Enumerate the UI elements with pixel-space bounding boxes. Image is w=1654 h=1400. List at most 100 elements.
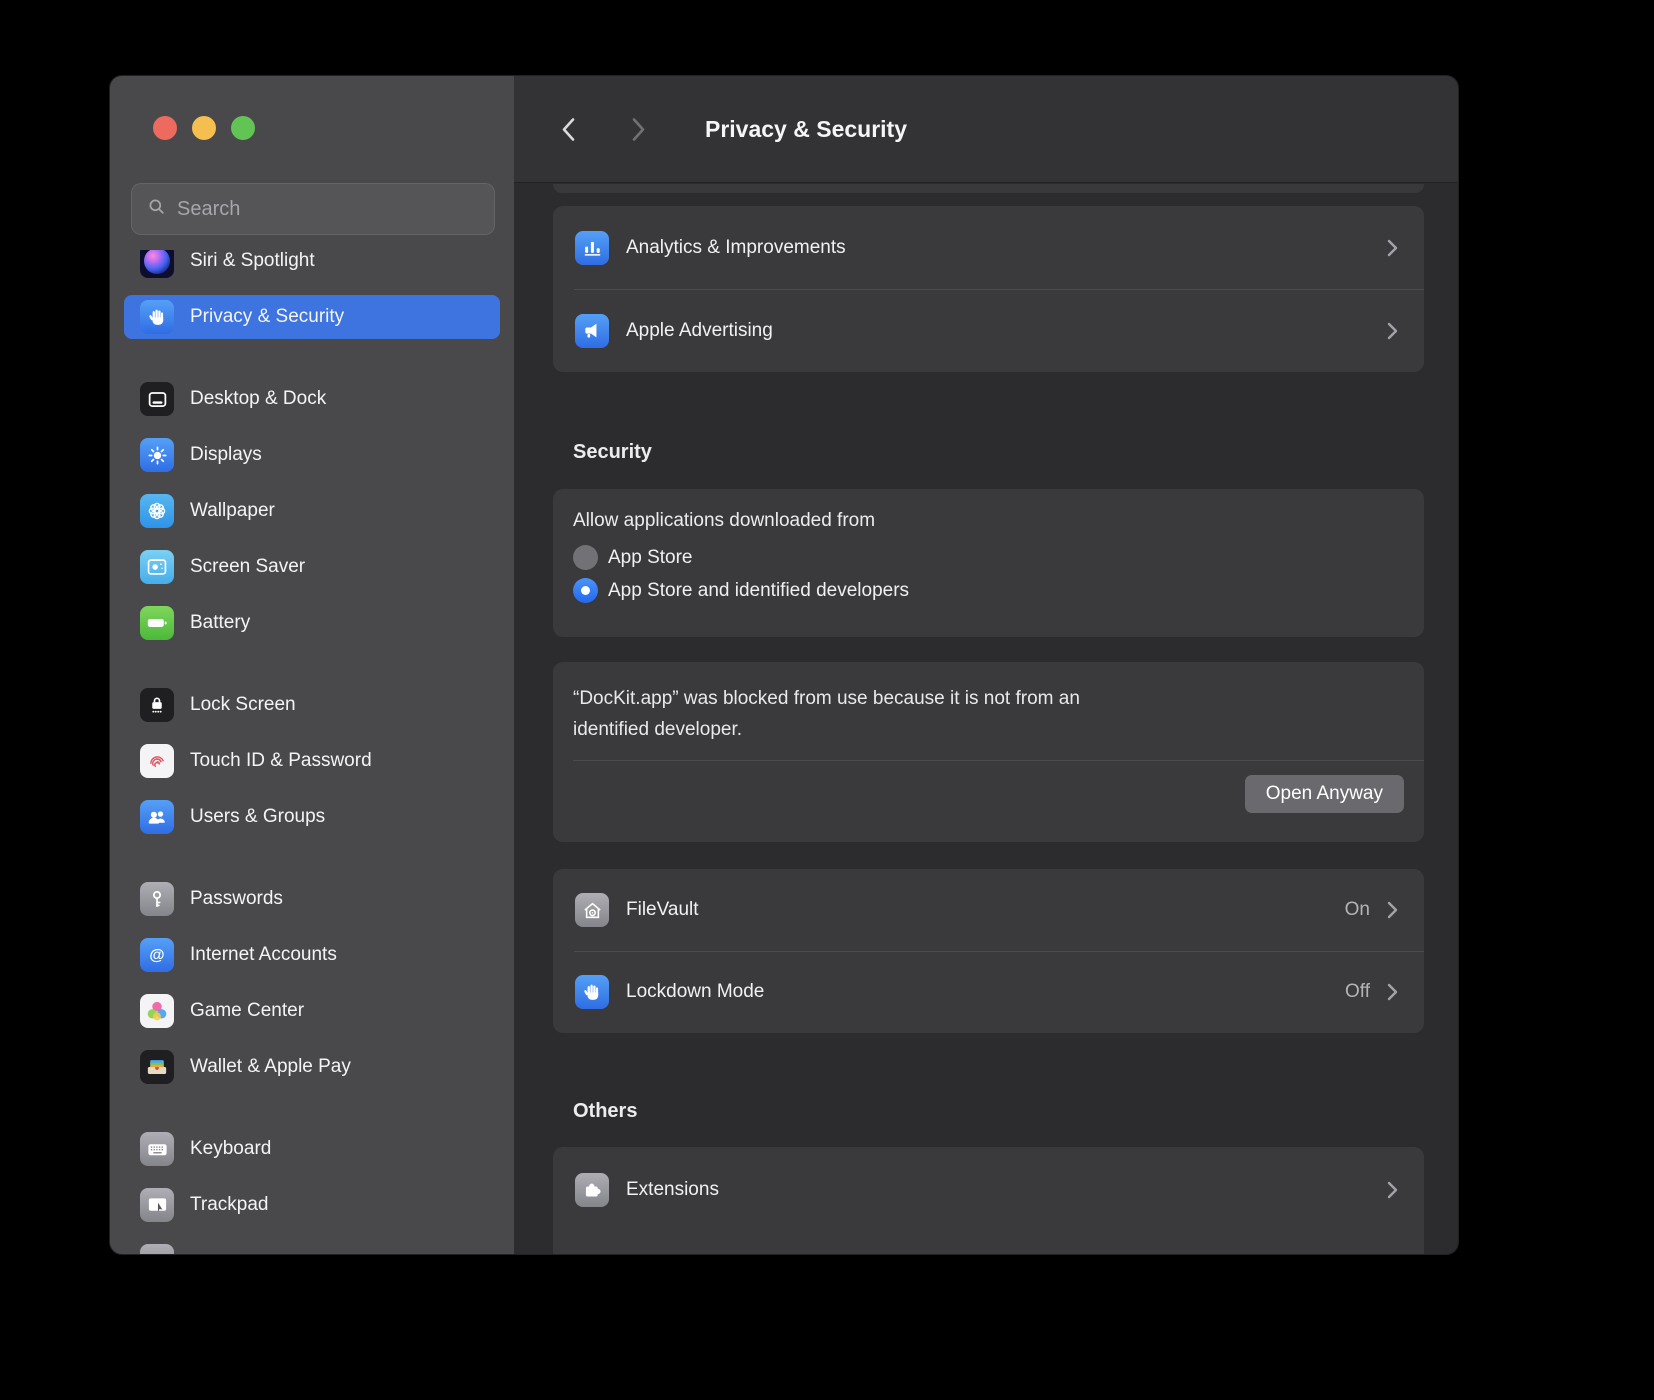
sidebar-item-label: Passwords bbox=[190, 888, 283, 910]
touchid-icon bbox=[140, 744, 174, 778]
sidebar-item-game-center[interactable]: Game Center bbox=[124, 989, 500, 1033]
search-icon bbox=[147, 197, 166, 221]
sidebar-item-passwords[interactable]: Passwords bbox=[124, 877, 500, 921]
megaphone-icon bbox=[575, 314, 609, 348]
radio-option-label: App Store and identified developers bbox=[608, 580, 909, 602]
sidebar-item-touch-id-password[interactable]: Touch ID & Password bbox=[124, 739, 500, 783]
others-card: Extensions bbox=[553, 1147, 1424, 1254]
privacy-links-card: Analytics & Improvements Apple Advertisin… bbox=[553, 206, 1424, 372]
content-pane: Privacy & Security Analytics & Improveme… bbox=[514, 76, 1458, 1254]
sidebar-item-wallet-apple-pay[interactable]: Wallet & Apple Pay bbox=[124, 1045, 500, 1089]
sidebar-item-keyboard[interactable]: Keyboard bbox=[124, 1127, 500, 1171]
sidebar-item-label: Siri & Spotlight bbox=[190, 250, 315, 272]
sidebar-item-label: Battery bbox=[190, 612, 250, 634]
sidebar-item-wallpaper[interactable]: Wallpaper bbox=[124, 489, 500, 533]
key-icon bbox=[140, 882, 174, 916]
chevron-left-icon bbox=[561, 117, 576, 142]
at-icon: @ bbox=[140, 938, 174, 972]
lock-icon bbox=[140, 688, 174, 722]
page-title: Privacy & Security bbox=[705, 76, 907, 182]
row-value: On bbox=[1345, 899, 1370, 921]
sidebar-item-desktop-dock[interactable]: Desktop & Dock bbox=[124, 377, 500, 421]
svg-text:@: @ bbox=[149, 947, 164, 964]
search-input[interactable]: Search bbox=[131, 183, 495, 235]
sidebar-item-displays[interactable]: Displays bbox=[124, 433, 500, 477]
sidebar-item-lock-screen[interactable]: Lock Screen bbox=[124, 683, 500, 727]
sidebar-item-screen-saver[interactable]: Screen Saver bbox=[124, 545, 500, 589]
gatekeeper-card: Allow applications downloaded from App S… bbox=[553, 489, 1424, 637]
radio-option-label: App Store bbox=[608, 547, 693, 569]
sidebar-item-privacy-security[interactable]: Privacy & Security bbox=[124, 295, 500, 339]
row-label: Analytics & Improvements bbox=[626, 237, 846, 259]
flower-icon bbox=[140, 494, 174, 528]
back-button[interactable] bbox=[555, 116, 581, 142]
header: Privacy & Security bbox=[514, 76, 1458, 183]
sidebar-item-label: Screen Saver bbox=[190, 556, 305, 578]
blocked-app-card: “DocKit.app” was blocked from use becaus… bbox=[553, 662, 1424, 842]
chevron-right-icon bbox=[1387, 983, 1398, 1001]
others-heading: Others bbox=[573, 1100, 637, 1123]
row-lockdown-mode[interactable]: Lockdown Mode Off bbox=[553, 951, 1424, 1033]
search-placeholder: Search bbox=[177, 198, 240, 221]
sidebar-item-label: Wallet & Apple Pay bbox=[190, 1056, 351, 1078]
sidebar-item-siri-spotlight[interactable]: Siri & Spotlight bbox=[124, 250, 500, 283]
users-icon bbox=[140, 800, 174, 834]
sidebar-item-internet-accounts[interactable]: @ Internet Accounts bbox=[124, 933, 500, 977]
sidebar-item-label: Displays bbox=[190, 444, 262, 466]
sidebar-item-label: Internet Accounts bbox=[190, 944, 337, 966]
row-label: Extensions bbox=[626, 1179, 719, 1201]
row-label: Lockdown Mode bbox=[626, 981, 764, 1003]
zoom-button[interactable] bbox=[231, 116, 255, 140]
filevault-icon bbox=[575, 893, 609, 927]
chevron-right-icon bbox=[1387, 322, 1398, 340]
sidebar-item-label: Trackpad bbox=[190, 1194, 269, 1216]
privacy-hand-icon bbox=[140, 300, 174, 334]
trackpad-icon bbox=[140, 1188, 174, 1222]
sidebar-item-users-groups[interactable]: Users & Groups bbox=[124, 795, 500, 839]
row-apple-advertising[interactable]: Apple Advertising bbox=[553, 289, 1424, 372]
forward-button[interactable] bbox=[625, 116, 651, 142]
row-extensions[interactable]: Extensions bbox=[553, 1147, 1424, 1232]
filevault-lockdown-card: FileVault On Lockdown Mode Off bbox=[553, 869, 1424, 1033]
radio-unselected-icon[interactable] bbox=[573, 545, 598, 570]
sidebar-item-battery[interactable]: Battery bbox=[124, 601, 500, 645]
chevron-right-icon bbox=[1387, 239, 1398, 257]
sidebar-item-label: Touch ID & Password bbox=[190, 750, 372, 772]
sidebar-item-trackpad[interactable]: Trackpad bbox=[124, 1183, 500, 1227]
partial-icon bbox=[140, 1244, 174, 1254]
chevron-right-icon bbox=[1387, 901, 1398, 919]
keyboard-icon bbox=[140, 1132, 174, 1166]
radio-selected-icon[interactable] bbox=[573, 578, 598, 603]
row-label: Apple Advertising bbox=[626, 320, 773, 342]
sidebar-item-label: Wallpaper bbox=[190, 500, 275, 522]
close-button[interactable] bbox=[153, 116, 177, 140]
radio-option-app-store-identified[interactable]: App Store and identified developers bbox=[573, 578, 1400, 603]
sidebar-nav: Siri & Spotlight Privacy & Security Deskto… bbox=[110, 250, 514, 1254]
siri-icon bbox=[140, 250, 174, 278]
system-settings-window: Search Siri & Spotlight Privacy & Securit… bbox=[110, 76, 1458, 1254]
sidebar: Search Siri & Spotlight Privacy & Securit… bbox=[110, 76, 515, 1254]
row-filevault[interactable]: FileVault On bbox=[553, 869, 1424, 951]
game-icon bbox=[140, 994, 174, 1028]
chevron-right-icon bbox=[631, 117, 646, 142]
wallet-icon bbox=[140, 1050, 174, 1084]
minimize-button[interactable] bbox=[192, 116, 216, 140]
sidebar-item-label: Users & Groups bbox=[190, 806, 325, 828]
row-label: FileVault bbox=[626, 899, 699, 921]
screensaver-icon bbox=[140, 550, 174, 584]
security-heading: Security bbox=[573, 441, 652, 464]
sidebar-item-partial[interactable] bbox=[124, 1239, 500, 1254]
analytics-icon bbox=[575, 231, 609, 265]
row-analytics-improvements[interactable]: Analytics & Improvements bbox=[553, 206, 1424, 289]
scrolled-card-sliver bbox=[553, 184, 1424, 193]
open-anyway-button[interactable]: Open Anyway bbox=[1245, 775, 1404, 813]
desktop: { "colors": { "accent_blue": "#3e74e0", … bbox=[0, 0, 1654, 1400]
lockdown-hand-icon bbox=[575, 975, 609, 1009]
radio-option-app-store[interactable]: App Store bbox=[573, 545, 1400, 570]
sidebar-item-label: Keyboard bbox=[190, 1138, 271, 1160]
row-value: Off bbox=[1345, 981, 1370, 1003]
sidebar-item-label: Privacy & Security bbox=[190, 306, 344, 328]
dock-icon bbox=[140, 382, 174, 416]
battery-icon bbox=[140, 606, 174, 640]
allow-apps-label: Allow applications downloaded from bbox=[573, 510, 1400, 532]
